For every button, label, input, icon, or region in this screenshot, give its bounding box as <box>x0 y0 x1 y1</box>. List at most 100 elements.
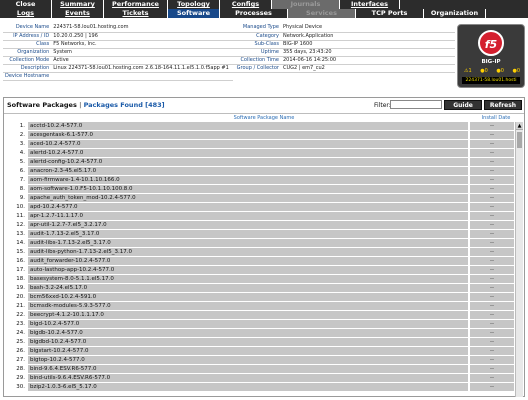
install-date: -- <box>470 374 514 382</box>
install-date: -- <box>470 203 514 211</box>
nav-tab-label: Performance <box>112 0 159 8</box>
table-row[interactable]: 13. audit-1.7.13-2.el5_3.17.0 -- <box>4 230 514 239</box>
row-number: 26. <box>16 348 25 354</box>
info-row: Uptime 355 days, 23:43:20 <box>233 48 455 57</box>
table-header: Software Package Name Install Date <box>4 113 524 121</box>
row-number: 29. <box>16 375 25 381</box>
table-row[interactable]: 18. basesystem-8.0-5.1.1.el5.17.0 -- <box>4 275 514 284</box>
nav-tab-topology[interactable]: Topology <box>168 0 220 9</box>
nav-tab-logs[interactable]: Logs <box>0 9 52 18</box>
install-date: -- <box>470 311 514 319</box>
table-row[interactable]: 17. auto-lasthop-app-10.2.4-577.0 -- <box>4 266 514 275</box>
nav-tab-tickets[interactable]: Tickets <box>104 9 168 18</box>
table-row[interactable]: 4. alertd-10.2.4-577.0 -- <box>4 149 514 158</box>
refresh-button[interactable]: Refresh <box>484 100 522 110</box>
info-key: Managed Type <box>233 24 281 33</box>
table-row[interactable]: 25. bigdbd-10.2.4-577.0 -- <box>4 338 514 347</box>
title-separator: | <box>79 101 82 109</box>
package-name: acesgentask-6.1-577.0 <box>28 131 468 139</box>
table-row[interactable]: 11. apr-1.2.7-11.1.17.0 -- <box>4 212 514 221</box>
install-date: -- <box>470 221 514 229</box>
table-row[interactable]: 26. bigstart-10.2.4-577.0 -- <box>4 347 514 356</box>
nav-tab-summary[interactable]: Summary <box>52 0 104 9</box>
row-number: 25. <box>16 339 25 345</box>
table-row[interactable]: 10. apd-10.2.4-577.0 -- <box>4 203 514 212</box>
nav-tab-organization[interactable]: Organization <box>424 9 486 18</box>
nav-tab-interfaces[interactable]: Interfaces <box>340 0 400 9</box>
row-number: 14. <box>16 240 25 246</box>
nav-tab-events[interactable]: Events <box>52 9 104 18</box>
package-name: bcm56xxd-10.2.4-591.0 <box>28 293 468 301</box>
table-row[interactable]: 28. bind-9.6.4.ESV.R6-577.0 -- <box>4 365 514 374</box>
nav-row-1: Close Summary Performance Topology Configs Jo… <box>0 0 528 9</box>
table-row[interactable]: 15. audit-libs-python-1.7.13-2.el5_3.17.0… <box>4 248 514 257</box>
info-key: Collection Mode <box>3 56 52 65</box>
package-name: bigdbd-10.2.4-577.0 <box>28 338 468 346</box>
table-row[interactable]: 24. bigdb-10.2.4-577.0 -- <box>4 329 514 338</box>
alert-indicators: ⚠1 ●0 ●0 ●0 <box>464 68 520 75</box>
table-row[interactable]: 22. beecrypt-4.1.2-10.1.1.17.0 -- <box>4 311 514 320</box>
info-value: CUG2 | em7_cu2 <box>281 64 455 73</box>
install-date: -- <box>470 329 514 337</box>
table-row[interactable]: 19. bash-3.2-24.el5.17.0 -- <box>4 284 514 293</box>
package-name: audit-libs-python-1.7.13-2.el5_3.17.0 <box>28 248 468 256</box>
nav-tab-label: Journals <box>290 0 321 8</box>
table-row[interactable]: 2. acesgentask-6.1-577.0 -- <box>4 131 514 140</box>
nav-tab-close[interactable]: Close <box>0 0 52 9</box>
table-row[interactable]: 20. bcm56xxd-10.2.4-591.0 -- <box>4 293 514 302</box>
table-row[interactable]: 21. bcmsdk-modules-5.9.3-577.0 -- <box>4 302 514 311</box>
info-row: Category Network.Application <box>233 32 455 41</box>
info-key: Uptime <box>233 48 281 57</box>
nav-tab-label: Topology <box>177 0 210 8</box>
nav-tab-software[interactable]: Software <box>168 9 220 18</box>
table-row[interactable]: 23. bigd-10.2.4-577.0 -- <box>4 320 514 329</box>
install-date: -- <box>470 158 514 166</box>
table-row[interactable]: 1. acctd-10.2.4-577.0 -- <box>4 122 514 131</box>
package-name: bigdb-10.2.4-577.0 <box>28 329 468 337</box>
table-row[interactable]: 5. alertd-config-10.2.4-577.0 -- <box>4 158 514 167</box>
install-date: -- <box>470 383 514 391</box>
scroll-up-arrow-icon[interactable]: ▲ <box>516 122 523 130</box>
install-date: -- <box>470 131 514 139</box>
info-key: Device Hostname <box>3 72 52 81</box>
column-header-install-date[interactable]: Install Date <box>474 115 518 121</box>
row-number: 17. <box>16 267 25 273</box>
nav-tab-tcp-ports[interactable]: TCP Ports <box>356 9 424 18</box>
nav-tab-processes[interactable]: Processes <box>220 9 288 18</box>
nav-tab-label: Close <box>15 0 36 8</box>
info-key: IP Address / ID <box>3 32 52 41</box>
package-name: anacron-2.3-45.el5.17.0 <box>28 167 468 175</box>
device-info-right: Managed Type Physical Device Category Netwo… <box>233 24 455 73</box>
info-key: Category <box>233 32 281 41</box>
column-header-package-name[interactable]: Software Package Name <box>204 115 324 121</box>
table-row[interactable]: 7. aom-firmware-1.4-10.1.10.166.0 -- <box>4 176 514 185</box>
table-row[interactable]: 14. audit-libs-1.7.13-2.el5_3.17.0 -- <box>4 239 514 248</box>
row-number: 27. <box>16 357 25 363</box>
device-image: f5 BIG-IP ⚠1 ●0 ●0 ●0 224371-58.lou01.ho… <box>457 24 525 88</box>
nav-fill <box>486 9 528 18</box>
table-row[interactable]: 8. aom-software-1.0.F5-10.1.10.100.8.0 -- <box>4 185 514 194</box>
table-row[interactable]: 16. audit_forwarder-10.2.4-577.0 -- <box>4 257 514 266</box>
table-row[interactable]: 6. anacron-2.3-45.el5.17.0 -- <box>4 167 514 176</box>
row-number: 23. <box>16 321 25 327</box>
install-date: -- <box>470 266 514 274</box>
table-row[interactable]: 12. apr-util-1.2.7-7.el5_3.2.17.0 -- <box>4 221 514 230</box>
table-row[interactable]: 29. bind-utils-9.6.4.ESV.R6-577.0 -- <box>4 374 514 383</box>
package-name: aom-firmware-1.4-10.1.10.166.0 <box>28 176 468 184</box>
nav-tab-configs[interactable]: Configs <box>220 0 272 9</box>
install-date: -- <box>470 257 514 265</box>
table-row[interactable]: 9. apache_auth_token_mod-10.2.4-577.0 -- <box>4 194 514 203</box>
nav-tab-performance[interactable]: Performance <box>104 0 168 9</box>
row-number: 30. <box>16 384 25 390</box>
table-row[interactable]: 27. bigtop-10.2.4-577.0 -- <box>4 356 514 365</box>
scrollbar[interactable]: ▲ <box>515 122 523 397</box>
filter-input[interactable] <box>390 100 442 109</box>
info-row: Collection Time 2014-06-16 14:25:00 <box>233 56 455 65</box>
table-row[interactable]: 30. bzip2-1.0.3-6.el5_5.17.0 -- <box>4 383 514 392</box>
device-model-label: BIG-IP <box>481 59 501 65</box>
info-key: Device Name <box>3 24 52 33</box>
guide-button[interactable]: Guide <box>444 100 482 110</box>
scroll-thumb[interactable] <box>517 132 522 148</box>
package-name: bind-utils-9.6.4.ESV.R6-577.0 <box>28 374 468 382</box>
table-row[interactable]: 3. aced-10.2.4-577.0 -- <box>4 140 514 149</box>
